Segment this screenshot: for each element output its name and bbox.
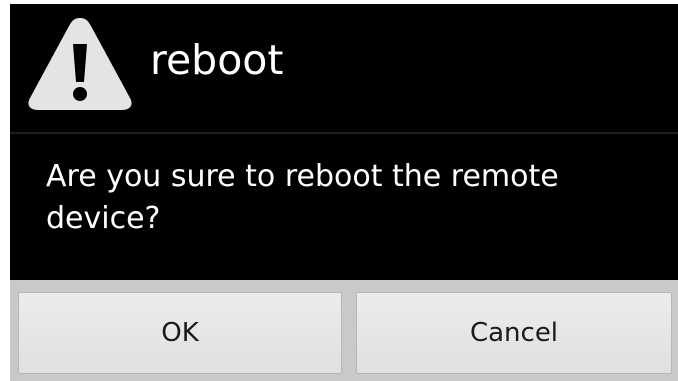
cancel-button[interactable]: Cancel [356, 292, 672, 374]
ok-button[interactable]: OK [18, 292, 342, 374]
dialog-button-bar: OK Cancel [10, 280, 678, 381]
warning-icon [28, 18, 132, 110]
dialog-title: reboot [150, 36, 284, 84]
title-divider [10, 132, 678, 134]
dialog-message: Are you sure to reboot the remote device… [46, 159, 559, 236]
dialog-title-bar: reboot [10, 4, 678, 132]
reboot-dialog: reboot Are you sure to reboot the remote… [10, 4, 678, 381]
